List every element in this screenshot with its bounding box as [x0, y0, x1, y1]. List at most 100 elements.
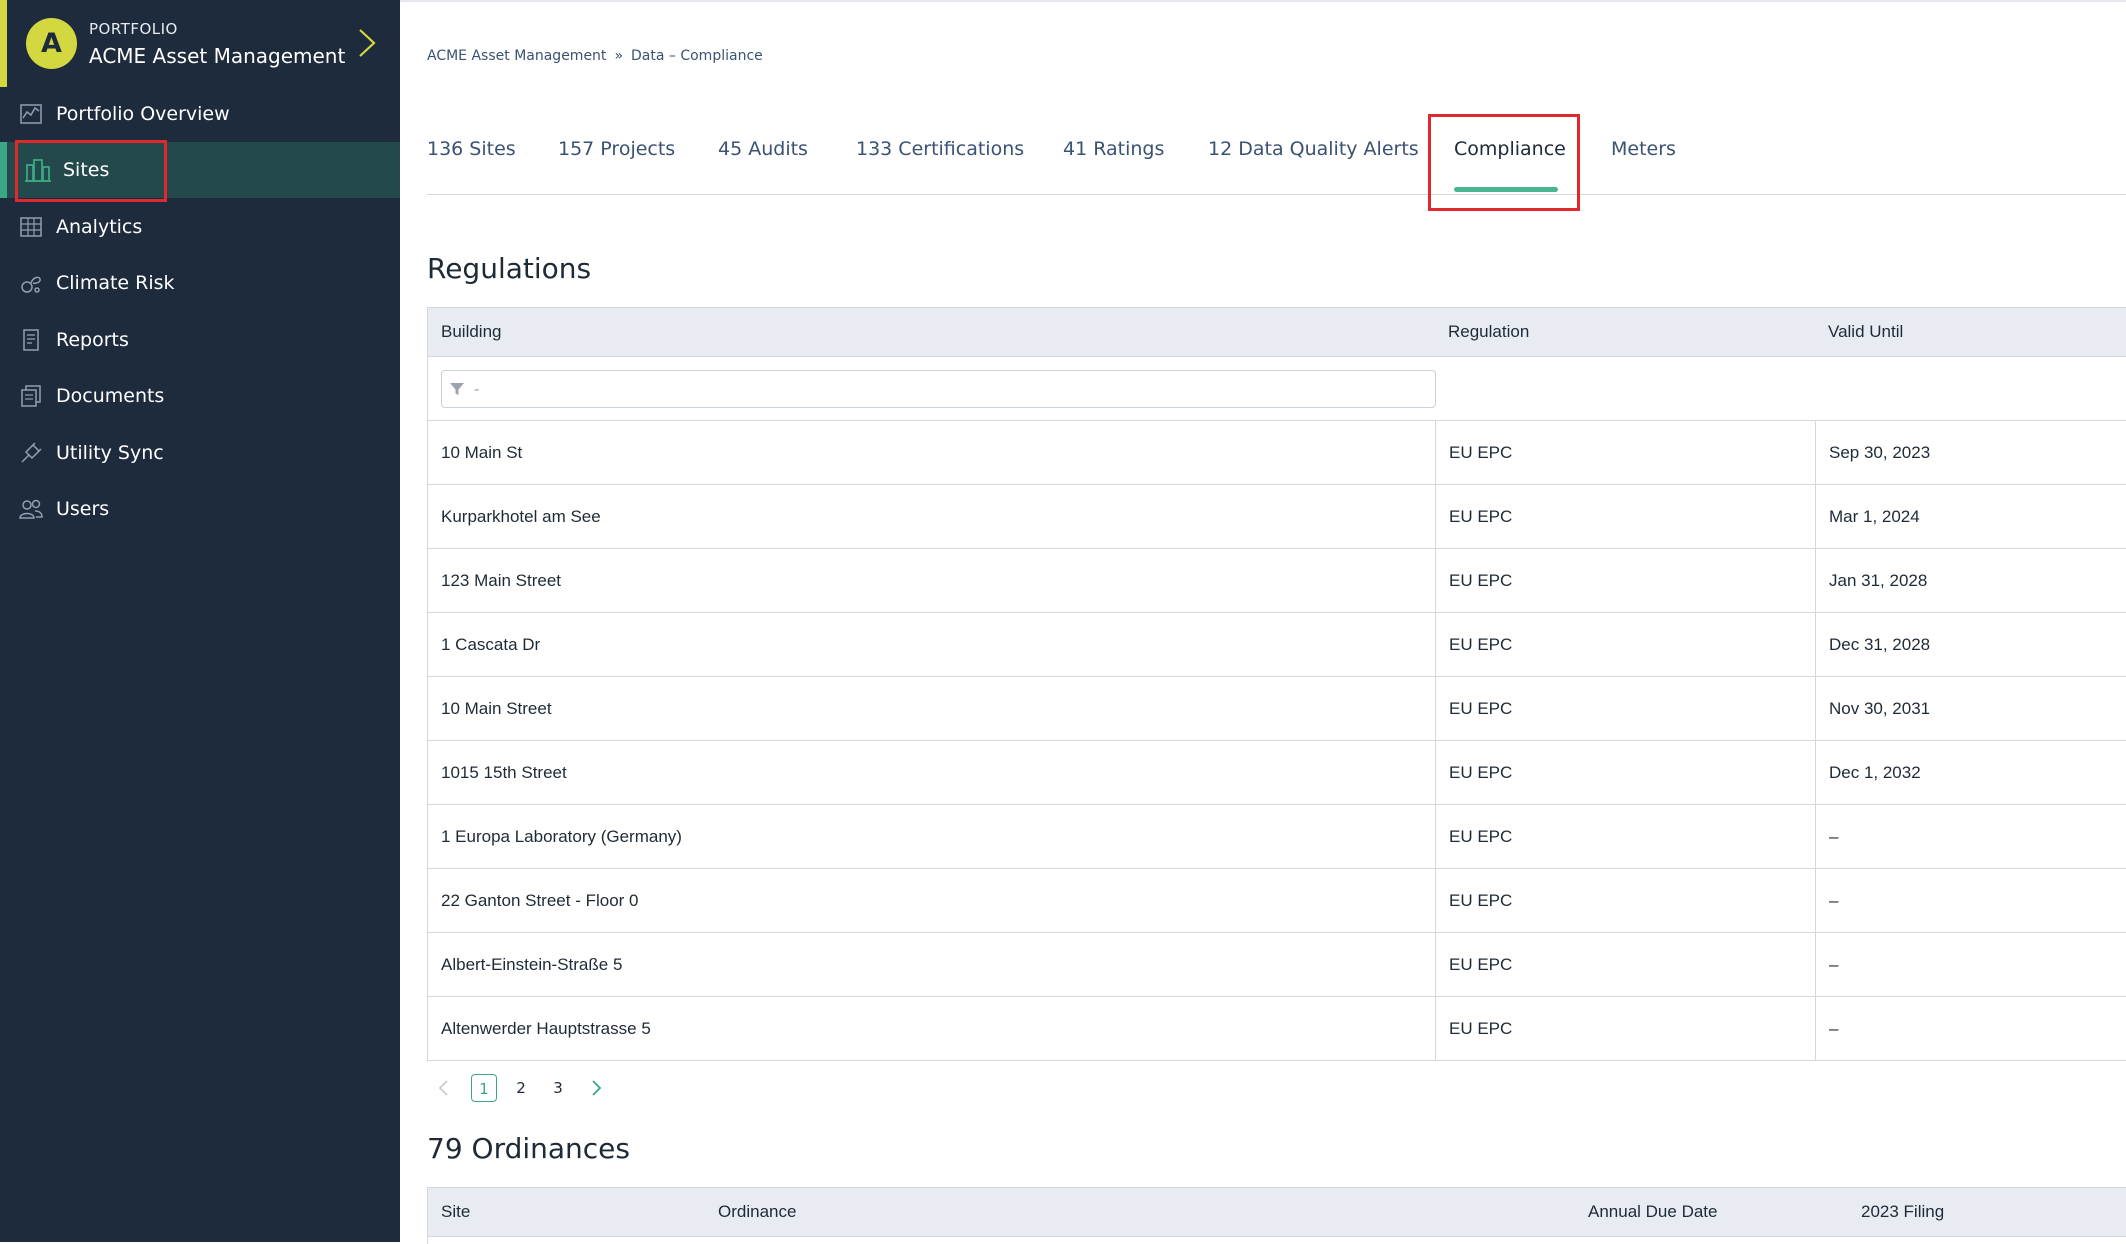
- breadcrumb-current: Data – Compliance: [631, 48, 763, 64]
- building-filter-input[interactable]: -: [441, 370, 1436, 408]
- column-header-ordinance[interactable]: Ordinance: [718, 1202, 796, 1222]
- table-row[interactable]: 10 Main Street EU EPC Nov 30, 2031: [428, 677, 2126, 741]
- regulation-cell: EU EPC: [1435, 741, 1815, 804]
- filter-row: -: [428, 357, 2126, 421]
- sidebar-item-label: Reports: [56, 329, 129, 351]
- page-1-button[interactable]: 1: [471, 1074, 497, 1102]
- tab-audits[interactable]: 45 Audits: [718, 138, 808, 160]
- table-row[interactable]: 1015 15th Street EU EPC Dec 1, 2032: [428, 741, 2126, 805]
- building-cell: 22 Ganton Street - Floor 0: [441, 891, 639, 910]
- building-cell: 1 Europa Laboratory (Germany): [441, 827, 682, 846]
- ordinances-title: 79 Ordinances: [427, 1132, 630, 1165]
- chevron-right-icon[interactable]: [352, 26, 380, 60]
- breadcrumb-separator: »: [614, 48, 624, 64]
- table-row[interactable]: 1 Cascata Dr EU EPC Dec 31, 2028: [428, 613, 2126, 677]
- column-header-2023-filing[interactable]: 2023 Filing: [1861, 1202, 1944, 1222]
- table-row[interactable]: 22 Ganton Street - Floor 0 EU EPC –: [428, 869, 2126, 933]
- table-row[interactable]: 123 Main Street EU EPC Jan 31, 2028: [428, 549, 2126, 613]
- valid-until-cell: Dec 31, 2028: [1815, 613, 2126, 676]
- chevron-right-icon[interactable]: [587, 1078, 605, 1098]
- chevron-left-icon[interactable]: [435, 1078, 453, 1098]
- breadcrumb-root-link[interactable]: ACME Asset Management: [427, 48, 606, 64]
- users-icon: [18, 496, 44, 522]
- regulations-table: Building Regulation Valid Until - 10 Mai…: [427, 307, 2126, 1062]
- table-row[interactable]: Albert-Einstein-Straße 5 EU EPC –: [428, 933, 2126, 997]
- chart-icon: [18, 101, 44, 127]
- tab-projects[interactable]: 157 Projects: [558, 138, 675, 160]
- breadcrumb: ACME Asset Management » Data – Compliance: [427, 48, 771, 64]
- building-cell: 10 Main Street: [441, 699, 552, 718]
- tab-bar: 136 Sites 157 Projects 45 Audits 133 Cer…: [427, 114, 2126, 211]
- sidebar-item-label: Sites: [63, 159, 110, 181]
- sidebar-item-portfolio-overview[interactable]: Portfolio Overview: [0, 86, 400, 142]
- main-content: ACME Asset Management» Data – Compliance …: [400, 0, 2126, 1244]
- column-header-regulation[interactable]: Regulation: [1448, 322, 1529, 342]
- sidebar-item-label: Climate Risk: [56, 272, 175, 294]
- regulation-cell: EU EPC: [1435, 805, 1815, 868]
- report-icon: [18, 327, 44, 353]
- page-2-button[interactable]: 2: [508, 1074, 534, 1102]
- buildings-icon: [25, 157, 51, 183]
- column-header-valid-until[interactable]: Valid Until: [1828, 322, 1903, 342]
- valid-until-cell: Mar 1, 2024: [1815, 485, 2126, 548]
- documents-icon: [18, 383, 44, 409]
- avatar: A: [26, 18, 77, 69]
- tab-sites[interactable]: 136 Sites: [427, 138, 516, 160]
- valid-until-cell: Jan 31, 2028: [1815, 549, 2126, 612]
- valid-until-cell: Sep 30, 2023: [1815, 421, 2126, 484]
- page-3-button[interactable]: 3: [545, 1074, 571, 1102]
- plug-icon: [18, 440, 44, 466]
- valid-until-cell: –: [1815, 869, 2126, 932]
- valid-until-cell: –: [1815, 933, 2126, 996]
- table-row[interactable]: Kurparkhotel am See EU EPC Mar 1, 2024: [428, 485, 2126, 549]
- sidebar-item-label: Users: [56, 498, 110, 520]
- sidebar-item-climate-risk[interactable]: Climate Risk: [0, 255, 400, 311]
- tab-meters[interactable]: Meters: [1611, 138, 1676, 160]
- valid-until-cell: Nov 30, 2031: [1815, 677, 2126, 740]
- valid-until-cell: Dec 1, 2032: [1815, 741, 2126, 804]
- regulation-cell: EU EPC: [1435, 997, 1815, 1060]
- table-row[interactable]: 10 Main St EU EPC Sep 30, 2023: [428, 421, 2126, 485]
- ordinances-table: Site Ordinance Annual Due Date 2023 Fili…: [427, 1187, 2126, 1244]
- climate-icon: [18, 270, 44, 296]
- portfolio-header[interactable]: A PORTFOLIO ACME Asset Management: [0, 0, 400, 87]
- sidebar-item-label: Utility Sync: [56, 442, 164, 464]
- active-tab-indicator: [1454, 187, 1558, 192]
- table-header: Building Regulation Valid Until: [428, 307, 2126, 357]
- sidebar-item-documents[interactable]: Documents: [0, 368, 400, 424]
- sidebar-item-sites[interactable]: Sites: [0, 142, 400, 198]
- regulation-cell: EU EPC: [1435, 677, 1815, 740]
- table-row[interactable]: Altenwerder Hauptstrasse 5 EU EPC –: [428, 997, 2126, 1061]
- sidebar-item-reports[interactable]: Reports: [0, 312, 400, 368]
- building-cell: 1 Cascata Dr: [441, 635, 541, 654]
- column-header-site[interactable]: Site: [441, 1202, 470, 1222]
- building-cell: 10 Main St: [441, 443, 523, 462]
- table-row[interactable]: 1 Europa Laboratory (Germany) EU EPC –: [428, 805, 2126, 869]
- compliance-highlight-box: [1428, 114, 1580, 211]
- building-cell: 123 Main Street: [441, 571, 562, 590]
- sidebar-item-utility-sync[interactable]: Utility Sync: [0, 425, 400, 481]
- column-header-building[interactable]: Building: [441, 322, 502, 342]
- regulation-cell: EU EPC: [1435, 613, 1815, 676]
- tab-data-quality-alerts[interactable]: 12 Data Quality Alerts: [1208, 138, 1419, 160]
- sidebar: A PORTFOLIO ACME Asset Management Portfo…: [0, 0, 400, 1242]
- sidebar-item-users[interactable]: Users: [0, 481, 400, 537]
- column-header-annual-due-date[interactable]: Annual Due Date: [1588, 1202, 1717, 1222]
- tab-compliance[interactable]: Compliance: [1454, 138, 1566, 160]
- tab-certifications[interactable]: 133 Certifications: [856, 138, 1024, 160]
- tab-ratings[interactable]: 41 Ratings: [1063, 138, 1164, 160]
- regulation-cell: EU EPC: [1435, 485, 1815, 548]
- sidebar-item-label: Documents: [56, 385, 165, 407]
- analytics-grid-icon: [18, 214, 44, 240]
- regulation-cell: EU EPC: [1435, 421, 1815, 484]
- regulation-cell: EU EPC: [1435, 869, 1815, 932]
- building-cell: 1015 15th Street: [441, 763, 567, 782]
- portfolio-label: PORTFOLIO: [89, 20, 178, 38]
- sidebar-item-analytics[interactable]: Analytics: [0, 199, 400, 255]
- regulation-cell: EU EPC: [1435, 933, 1815, 996]
- regulations-title: Regulations: [427, 252, 592, 285]
- building-cell: Albert-Einstein-Straße 5: [441, 955, 623, 974]
- sidebar-item-label: Portfolio Overview: [56, 103, 230, 125]
- table-header: Site Ordinance Annual Due Date 2023 Fili…: [428, 1187, 2126, 1237]
- portfolio-name: ACME Asset Management: [89, 44, 346, 68]
